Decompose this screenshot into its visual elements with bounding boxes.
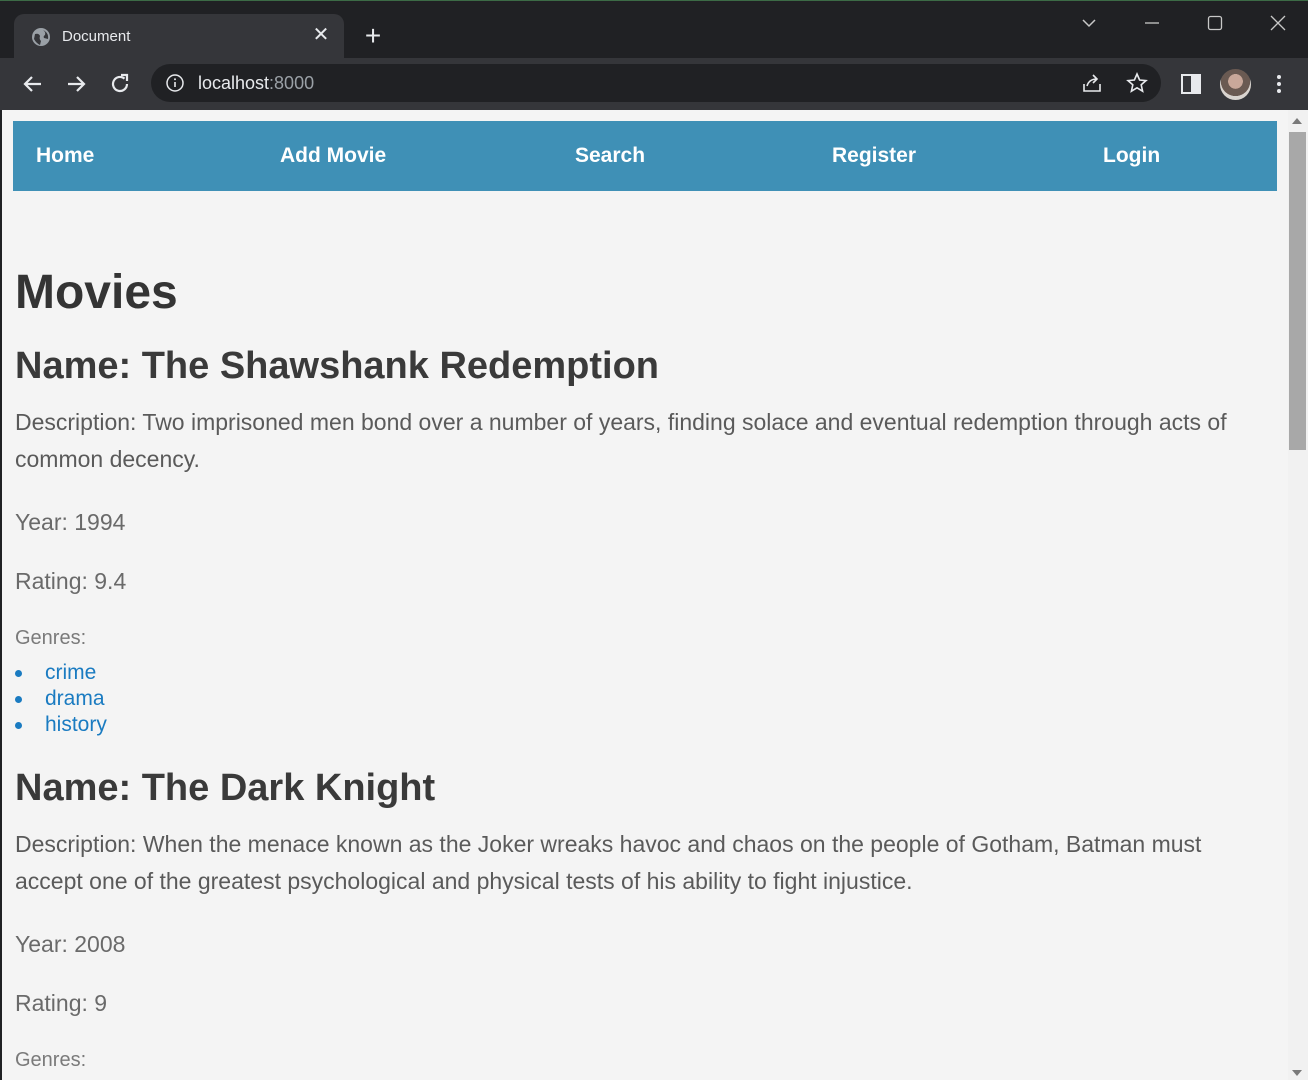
movie-name: Name: The Dark Knight [15,767,436,809]
movie-card: Name: The Shawshank Redemption Descripti… [15,342,1265,738]
genre-link[interactable]: drama [15,686,1265,712]
genre-link[interactable]: crime [15,660,1265,686]
movie-rating: Rating: 9 [15,990,108,1016]
address-bar[interactable]: localhost:8000 [151,64,1161,102]
new-tab-button[interactable]: + [360,22,386,50]
nav-home-link[interactable]: Home [36,144,94,168]
movie-card: Name: The Dark Knight Description: When … [15,764,1265,1072]
nav-login-link[interactable]: Login [1103,144,1160,168]
page-title: Movies [15,266,178,319]
page-viewport: Home Add Movie Search Register Login Mov… [0,110,1308,1080]
close-window-icon[interactable] [1258,9,1298,37]
scroll-thumb[interactable] [1289,132,1306,450]
forward-arrow-icon[interactable] [62,70,90,98]
url-text: localhost:8000 [198,73,315,93]
browser-toolbar: localhost:8000 [0,58,1308,110]
profile-avatar[interactable] [1220,69,1251,100]
scroll-up-arrow-icon[interactable] [1292,118,1302,124]
nav-search-link[interactable]: Search [575,144,645,168]
movie-year: Year: 1994 [15,509,126,535]
nav-register-link[interactable]: Register [832,144,916,168]
site-navbar: Home Add Movie Search Register Login [13,121,1277,191]
genre-list: crime drama history [15,660,1265,738]
reload-icon[interactable] [106,70,134,98]
genres-label: Genres: [15,627,87,649]
browser-tabstrip: Document ✕ + [0,0,1308,59]
side-panel-icon[interactable] [1180,73,1202,95]
movie-year: Year: 2008 [15,931,126,957]
movie-rating: Rating: 9.4 [15,568,127,594]
tab-title: Document [62,28,131,45]
browser-tab[interactable]: Document ✕ [14,14,344,59]
movie-description: Description: When the menace known as th… [15,831,1202,894]
movie-description: Description: Two imprisoned men bond ove… [15,409,1227,472]
vertical-scrollbar[interactable] [1288,110,1308,1080]
scroll-down-arrow-icon[interactable] [1292,1070,1302,1076]
back-arrow-icon[interactable] [19,70,47,98]
nav-add-movie-link[interactable]: Add Movie [280,144,386,168]
tab-search-icon[interactable] [1069,9,1109,37]
genres-label: Genres: [15,1049,87,1071]
close-tab-icon[interactable]: ✕ [312,25,330,45]
genre-link[interactable]: history [15,712,1265,738]
movie-name: Name: The Shawshank Redemption [15,345,660,387]
maximize-icon[interactable] [1195,9,1235,37]
main-content: Movies Name: The Shawshank Redemption De… [15,258,1265,1072]
bookmark-star-icon[interactable] [1126,71,1148,94]
kebab-menu-icon[interactable] [1268,72,1290,96]
info-icon[interactable] [166,74,184,92]
share-icon[interactable] [1081,72,1103,94]
globe-icon [31,27,51,47]
minimize-icon[interactable] [1132,9,1172,37]
